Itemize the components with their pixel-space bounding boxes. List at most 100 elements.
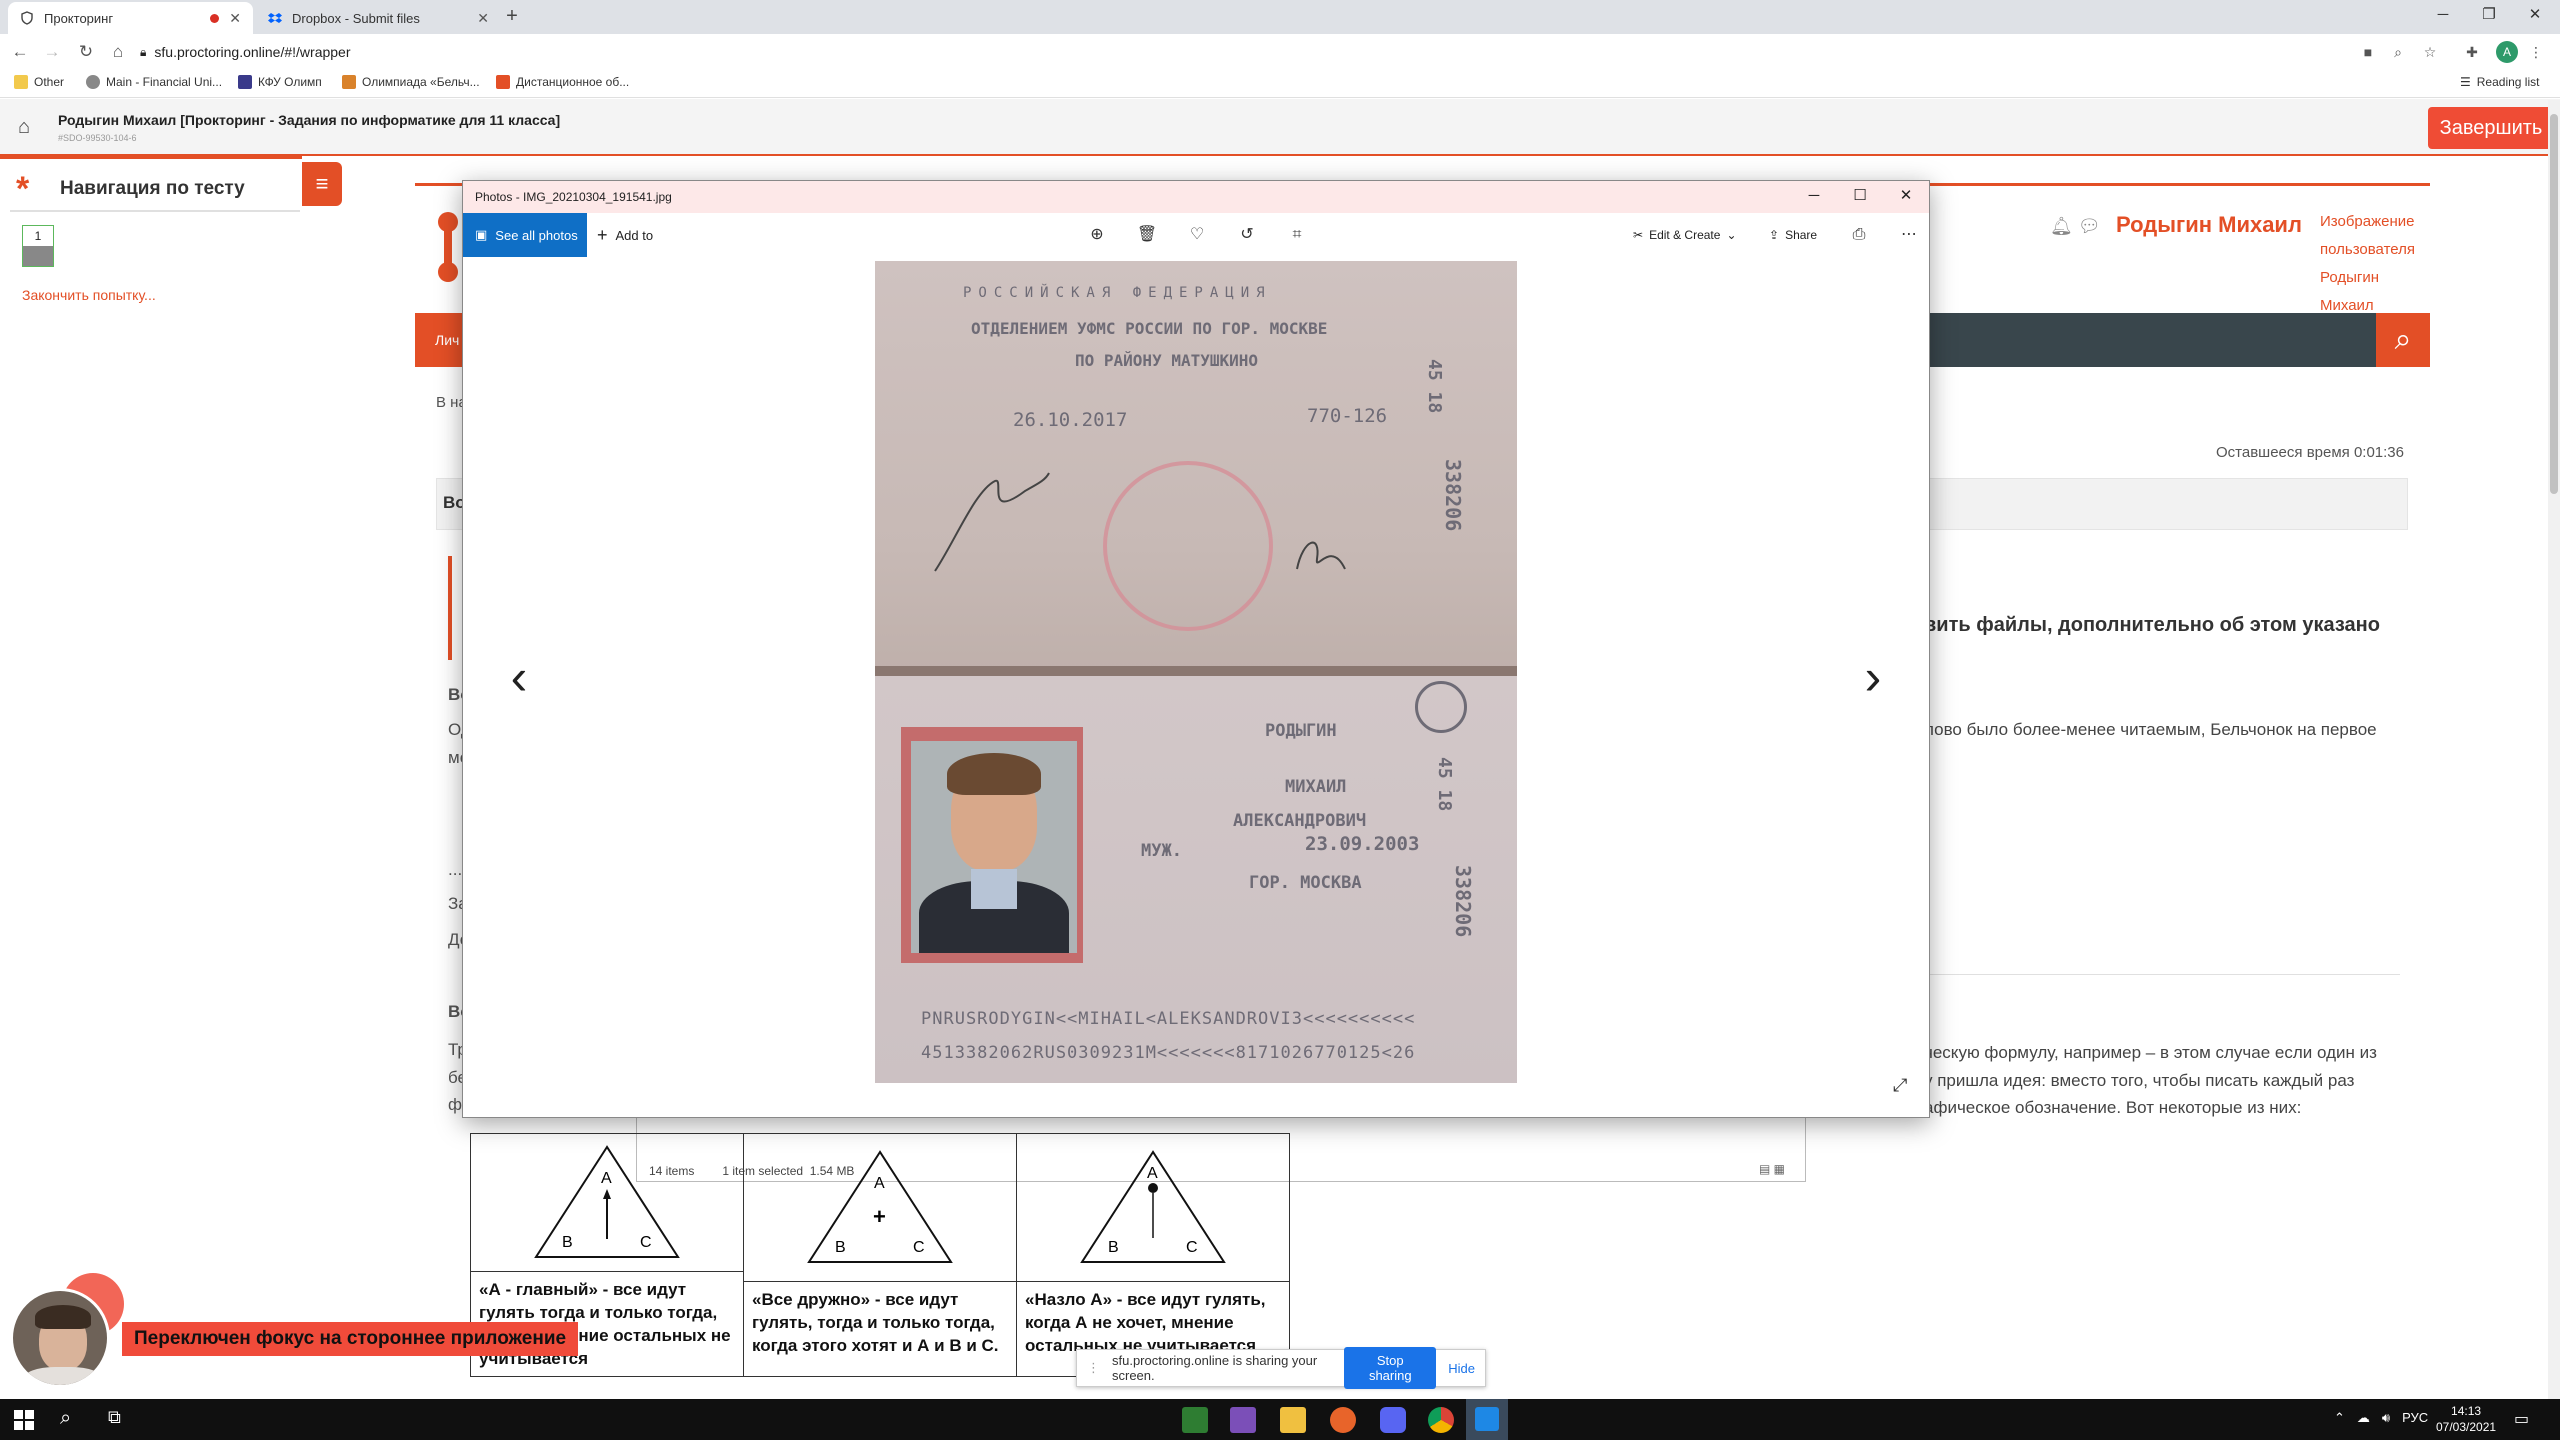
scrollbar-thumb[interactable] <box>2550 114 2558 494</box>
avatar[interactable]: Изображение пользователя Родыгин Михаил <box>2320 208 2430 320</box>
forward-arrow-icon[interactable]: → <box>40 40 64 64</box>
question-button-1[interactable]: 1 <box>22 225 54 267</box>
finish-button[interactable]: Завершить <box>2428 107 2554 149</box>
next-photo-icon[interactable]: › <box>1853 647 1893 707</box>
signature-icon <box>1296 541 1346 570</box>
tab-proctoring[interactable]: Прокторинг ✕ <box>8 2 253 34</box>
gallery-icon: ▣ <box>475 227 488 242</box>
passport-series: 45 18 <box>1434 757 1455 812</box>
close-window-button[interactable]: ✕ <box>1883 181 1929 213</box>
minimize-window-button[interactable]: ─ <box>1791 181 1837 213</box>
discord-app-icon[interactable] <box>1380 1407 1406 1433</box>
address-bar[interactable]: 🔒︎ sfu.proctoring.online/#!/wrapper <box>140 38 2340 66</box>
edit-create-menu[interactable]: ✂ Edit & Create ⌄ <box>1633 213 1737 257</box>
extensions-icon[interactable]: ✚ <box>2462 42 2482 62</box>
profile-avatar[interactable]: A <box>2496 41 2518 63</box>
home-icon[interactable]: ⌂ <box>106 40 130 64</box>
button-label: Add to <box>615 227 654 243</box>
bookmark-favicon-icon <box>342 75 356 89</box>
maximize-window-button[interactable]: ☐ <box>1837 181 1883 213</box>
photos-title-bar: Photos - IMG_20210304_191541.jpg ─ ☐ ✕ <box>463 181 1929 213</box>
home-icon[interactable]: ⌂ <box>18 116 38 138</box>
pycharm-app-icon[interactable] <box>1182 1407 1208 1433</box>
chrome-app-icon[interactable] <box>1428 1407 1454 1433</box>
firefox-app-icon[interactable] <box>1330 1407 1356 1433</box>
delete-icon[interactable]: 🗑︎ <box>1135 223 1159 247</box>
volume-icon[interactable]: 🔊︎ <box>2382 1410 2390 1426</box>
zoom-icon[interactable]: ⌕ <box>2388 42 2408 62</box>
stop-sharing-button[interactable]: Stop sharing <box>1344 1347 1437 1389</box>
page-scrollbar[interactable] <box>2548 100 2560 1399</box>
new-tab-button[interactable]: + <box>500 5 524 29</box>
crop-icon[interactable]: ⌗ <box>1285 223 1309 247</box>
search-icon[interactable]: ⌕ <box>2376 313 2430 367</box>
bookmark-kfu[interactable]: КФУ Олимп <box>238 75 322 89</box>
visual-studio-app-icon[interactable] <box>1230 1407 1256 1433</box>
search-icon[interactable]: ⌕ <box>60 1407 71 1430</box>
chevron-down-icon: ⌄ <box>1726 228 1737 242</box>
windows-start-icon[interactable] <box>14 1410 34 1430</box>
rotate-icon[interactable]: ↺ <box>1235 223 1259 247</box>
clock[interactable]: 14:13 07/03/2021 <box>2436 1403 2496 1435</box>
print-icon[interactable]: ⎙ <box>1847 223 1871 247</box>
bookmark-olympiad[interactable]: Олимпиада «Бельч... <box>342 75 480 89</box>
notification-icons[interactable]: 🔔︎ 💬︎ <box>2050 216 2101 237</box>
notifications-icon[interactable]: ▭ <box>2514 1409 2529 1429</box>
webcam-preview[interactable] <box>10 1288 110 1388</box>
previous-photo-icon[interactable]: ‹ <box>499 647 539 707</box>
passport-mrz-line: 4513382062RUS0309231M<<<<<<<817102677012… <box>921 1043 1416 1063</box>
passport-surname: РОДЫГИН <box>1265 721 1337 741</box>
user-menu[interactable]: Родыгин Михаил <box>2116 212 2302 238</box>
menu-kebab-icon[interactable]: ⋮ <box>2526 42 2546 62</box>
photos-app-icon[interactable] <box>1466 1399 1508 1440</box>
see-all-photos-button[interactable]: ▣ See all photos <box>463 213 587 257</box>
svg-text:+: + <box>873 1204 886 1229</box>
svg-text:C: C <box>913 1239 925 1256</box>
close-window-button[interactable]: ✕ <box>2512 0 2558 34</box>
question-accent-bar <box>448 556 452 660</box>
tab-close-icon[interactable]: ✕ <box>229 10 241 27</box>
zoom-in-icon[interactable]: ⊕ <box>1085 223 1109 247</box>
system-tray[interactable]: ⌃ ☁ 🔊︎ РУС <box>2334 1410 2428 1426</box>
browser-tab-strip: Прокторинг ✕ Dropbox - Submit files ✕ + … <box>0 0 2560 34</box>
share-button[interactable]: ⇪ Share <box>1769 213 1817 257</box>
clock-date: 07/03/2021 <box>2436 1420 2497 1434</box>
finish-attempt-link[interactable]: Закончить попытку... <box>22 287 156 303</box>
passport-number: 338206 <box>1441 459 1465 532</box>
camera-icon[interactable]: ■ <box>2358 42 2378 62</box>
reading-list-button[interactable]: ☰ Reading list <box>2460 75 2539 89</box>
bookmark-folder-other[interactable]: Other <box>14 75 64 89</box>
question-status <box>23 246 53 266</box>
drawer-toggle-icon[interactable]: ≡ <box>302 162 342 206</box>
bookmark-label: КФУ Олимп <box>258 75 322 89</box>
task-view-icon[interactable]: ⧉ <box>108 1407 121 1428</box>
onedrive-icon[interactable]: ☁ <box>2357 1410 2370 1426</box>
svg-text:A: A <box>1147 1165 1158 1182</box>
passport-emblem-icon <box>1415 681 1467 733</box>
fullscreen-icon[interactable]: ⤢ <box>1893 1075 1907 1096</box>
menu-item-personal[interactable]: Лич <box>415 313 467 367</box>
file-explorer-app-icon[interactable] <box>1280 1407 1306 1433</box>
drag-handle-icon[interactable]: ⋮ <box>1087 1360 1100 1376</box>
hide-button[interactable]: Hide <box>1448 1361 1475 1376</box>
view-toggle-icon[interactable]: ▤ ▦ <box>1759 1162 1785 1176</box>
restore-window-button[interactable]: ❐ <box>2466 0 2512 34</box>
bookmark-label: Олимпиада «Бельч... <box>362 75 480 89</box>
tray-chevron-icon[interactable]: ⌃ <box>2334 1410 2345 1426</box>
tab-close-icon[interactable]: ✕ <box>477 10 489 27</box>
bookmark-distance[interactable]: Дистанционное об... <box>496 75 629 89</box>
button-label: Share <box>1785 228 1818 242</box>
reload-icon[interactable]: ↻ <box>74 40 98 64</box>
divider <box>10 210 300 212</box>
language-indicator[interactable]: РУС <box>2402 1410 2428 1426</box>
passport-series: 45 18 <box>1424 359 1445 414</box>
more-options-icon[interactable]: ⋯ <box>1897 223 1921 247</box>
bookmark-financial[interactable]: Main - Financial Uni... <box>86 75 222 89</box>
svg-text:B: B <box>835 1239 846 1256</box>
favorite-heart-icon[interactable]: ♡ <box>1185 223 1209 247</box>
back-arrow-icon[interactable]: ← <box>8 40 32 64</box>
bookmark-star-icon[interactable]: ☆ <box>2420 42 2440 62</box>
tab-dropbox[interactable]: Dropbox - Submit files ✕ <box>256 2 501 34</box>
minimize-window-button[interactable]: ─ <box>2420 0 2466 34</box>
add-to-button[interactable]: + Add to <box>597 213 653 257</box>
